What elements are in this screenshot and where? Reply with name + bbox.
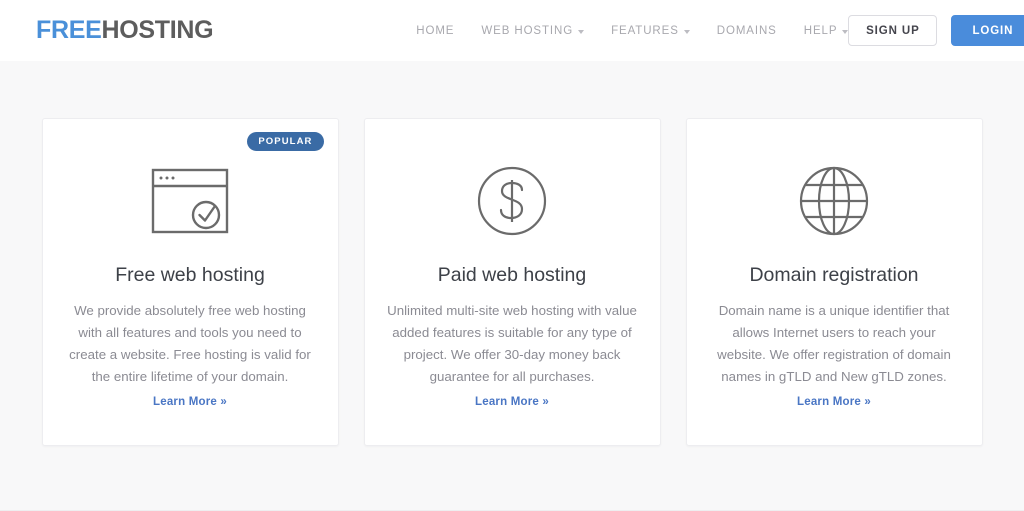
service-card-domain-registration[interactable]: Domain registration Domain name is a uni… xyxy=(685,118,983,446)
chevron-down-icon xyxy=(578,29,585,34)
nav-item-label: HOME xyxy=(416,24,455,37)
nav-item-label: HELP xyxy=(803,24,838,37)
card-description: Domain name is a unique identifier that … xyxy=(717,303,951,385)
nav-item-help[interactable]: HELP xyxy=(804,25,849,37)
main-content: POPULAR Free web hosting We provide abso… xyxy=(0,61,1024,511)
globe-icon xyxy=(798,151,870,251)
service-card-free-hosting[interactable]: POPULAR Free web hosting We provide abso… xyxy=(41,118,339,446)
nav-item-web-hosting[interactable]: WEB HOSTING xyxy=(481,24,585,37)
card-description: We provide absolutely free web hosting w… xyxy=(69,303,311,385)
logo-text-free: FREE xyxy=(36,16,102,44)
card-title: Free web hosting xyxy=(115,264,265,286)
nav-item-features[interactable]: FEATURES xyxy=(611,25,690,37)
card-title: Paid web hosting xyxy=(437,264,587,286)
status-badge: POPULAR xyxy=(247,132,324,151)
learn-more-link[interactable]: Learn More » xyxy=(797,396,871,408)
chevron-down-icon xyxy=(842,29,849,34)
sign-up-button[interactable]: SIGN UP xyxy=(848,15,938,46)
main-navigation: HOME WEB HOSTING FEATURES DOMAINS HELP xyxy=(416,24,849,37)
nav-item-label: WEB HOSTING xyxy=(481,24,574,37)
nav-item-label: DOMAINS xyxy=(716,24,777,37)
nav-item-label: FEATURES xyxy=(611,24,679,37)
learn-more-link[interactable]: Learn More » xyxy=(475,396,549,408)
browser-window-check-icon xyxy=(151,151,229,251)
header-actions: SIGN UP LOGIN xyxy=(848,15,1024,46)
login-button[interactable]: LOGIN xyxy=(951,15,1024,46)
learn-more-link[interactable]: Learn More » xyxy=(153,396,227,408)
site-logo[interactable]: FREEHOSTING xyxy=(36,16,214,44)
nav-item-domains[interactable]: DOMAINS xyxy=(717,25,777,37)
card-title: Domain registration xyxy=(749,264,919,286)
service-cards: POPULAR Free web hosting We provide abso… xyxy=(0,118,1024,446)
logo-text-hosting: HOSTING xyxy=(101,16,214,44)
site-header: FREEHOSTING HOME WEB HOSTING FEATURES DO… xyxy=(0,0,1024,61)
service-card-paid-hosting[interactable]: Paid web hosting Unlimited multi-site we… xyxy=(363,118,661,446)
chevron-down-icon xyxy=(683,29,690,34)
nav-item-home[interactable]: HOME xyxy=(416,25,454,37)
dollar-coin-icon xyxy=(476,151,548,251)
card-description: Unlimited multi-site web hosting with va… xyxy=(387,303,637,385)
